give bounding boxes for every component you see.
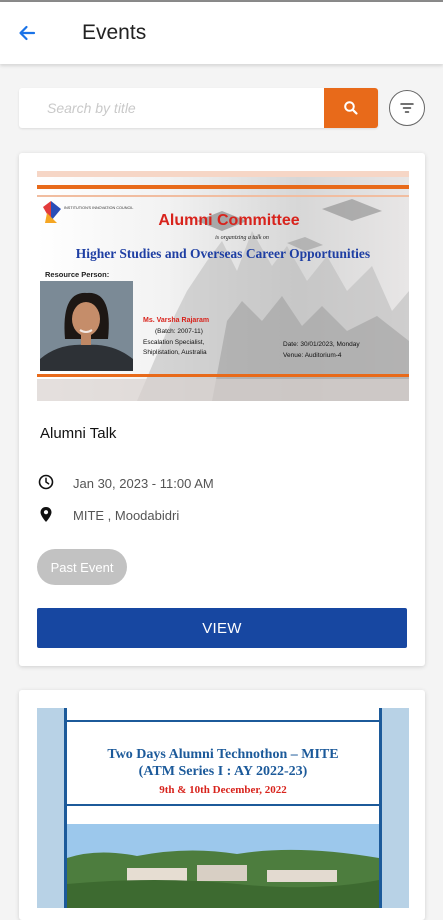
campus-photo [67,824,379,908]
arrow-left-icon [19,25,36,41]
search-button[interactable] [324,88,378,128]
clock-icon [37,473,55,491]
svg-text:9th & 10th December, 2022: 9th & 10th December, 2022 [159,784,287,796]
svg-text:INSTITUTION'S INNOVATION COUNC: INSTITUTION'S INNOVATION COUNCIL [64,206,133,210]
view-button[interactable]: VIEW [37,608,407,648]
svg-text:(Batch: 2007-11): (Batch: 2007-11) [155,328,203,335]
filter-icon [400,103,414,113]
app-bar: Events [0,2,443,64]
event-card: INSTITUTION'S INNOVATION COUNCIL Alumni … [19,153,425,666]
svg-text:Resource Person:: Resource Person: [45,270,109,279]
event-datetime: Jan 30, 2023 - 11:00 AM [73,476,214,491]
svg-text:is organizing a talk on: is organizing a talk on [215,235,269,241]
event-card: Two Days Alumni Technothon – MITE (ATM S… [19,690,425,920]
search-input[interactable] [19,88,324,128]
svg-text:Ms. Varsha Rajaram: Ms. Varsha Rajaram [143,317,209,324]
status-badge: Past Event [37,549,127,585]
svg-text:(ATM Series I : AY 2022-23): (ATM Series I : AY 2022-23) [139,764,308,779]
search-icon [344,101,358,115]
svg-text:Alumni Committee: Alumni Committee [158,212,299,229]
event-poster[interactable]: Two Days Alumni Technothon – MITE (ATM S… [37,708,409,908]
back-button[interactable] [12,18,42,48]
event-title: Alumni Talk [40,425,117,442]
svg-text:Higher Studies and Overseas Ca: Higher Studies and Overseas Career Oppor… [76,246,370,261]
svg-text:Shiplistation, Australia: Shiplistation, Australia [143,349,207,356]
event-poster[interactable]: INSTITUTION'S INNOVATION COUNCIL Alumni … [37,171,409,401]
svg-text:Venue: Auditorium-4: Venue: Auditorium-4 [283,352,342,359]
filter-button[interactable] [389,90,425,126]
svg-text:Escalation Specialist,: Escalation Specialist, [143,339,205,346]
svg-text:Date: 30/01/2023, Monday: Date: 30/01/2023, Monday [283,341,360,348]
speaker-photo [40,281,133,371]
location-pin-icon [37,505,55,523]
page-title: Events [82,21,147,44]
search-bar [19,88,378,128]
event-location: MITE , Moodabidri [73,508,180,523]
svg-text:Two Days Alumni Technothon – M: Two Days Alumni Technothon – MITE [107,747,338,762]
